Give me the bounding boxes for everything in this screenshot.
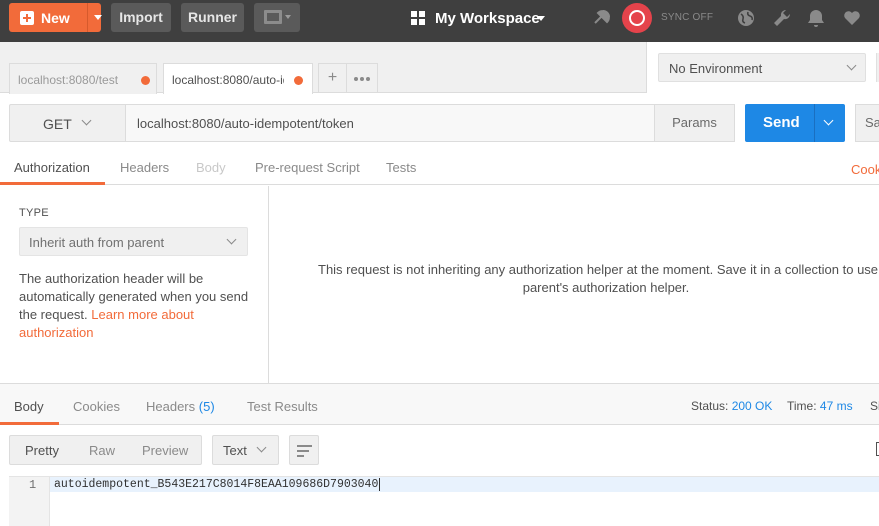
method-select[interactable]: GET bbox=[9, 104, 126, 142]
status-label: Status: bbox=[691, 399, 729, 413]
heart-icon[interactable] bbox=[842, 8, 862, 28]
time-label: Time: bbox=[787, 399, 817, 413]
auth-detail-panel: This request is not inheriting any autho… bbox=[270, 186, 879, 383]
response-tab-test-results[interactable]: Test Results bbox=[247, 399, 318, 414]
environment-panel: No Environment bbox=[646, 42, 879, 93]
sync-ring-icon[interactable] bbox=[622, 3, 652, 33]
tab-authorization[interactable]: Authorization bbox=[14, 160, 90, 175]
tab-tests[interactable]: Tests bbox=[386, 160, 416, 175]
caret-down-icon bbox=[285, 15, 291, 19]
new-window-button[interactable] bbox=[254, 3, 300, 32]
send-button[interactable]: Send bbox=[745, 104, 845, 142]
request-tab-label: localhost:8080/auto-idempotent/token bbox=[172, 73, 284, 87]
top-header: New Import Runner My Workspace SYNC OFF bbox=[0, 0, 879, 42]
response-format-value: Text bbox=[223, 443, 247, 458]
auth-message-line: parent's authorization helper. bbox=[522, 280, 690, 295]
chevron-down-icon bbox=[846, 60, 857, 71]
new-button-label: New bbox=[41, 10, 70, 26]
request-tab[interactable]: localhost:8080/test bbox=[9, 63, 157, 94]
chevron-down-icon bbox=[81, 115, 92, 126]
auth-type-heading: TYPE bbox=[19, 207, 49, 219]
line-number: 1 bbox=[29, 478, 37, 492]
new-button[interactable]: New bbox=[9, 3, 102, 32]
response-body-text: autoidempotent_B543E217C8014F8EAA109686D… bbox=[54, 478, 379, 491]
response-tab-headers[interactable]: Headers (5) bbox=[146, 399, 215, 414]
plus-square-icon bbox=[20, 11, 34, 25]
auth-message-line: This request is not inheriting any autho… bbox=[318, 262, 879, 277]
environment-select[interactable]: No Environment bbox=[658, 53, 866, 82]
view-preview-button[interactable]: Preview bbox=[142, 443, 188, 458]
response-toolbar: Pretty Raw Preview Text bbox=[0, 425, 879, 476]
add-tab-button[interactable]: + bbox=[318, 63, 347, 93]
tab-headers[interactable]: Headers bbox=[120, 160, 169, 175]
method-value: GET bbox=[43, 116, 72, 132]
request-section-tabs: Authorization Headers Body Pre-request S… bbox=[0, 153, 879, 185]
tab-body[interactable]: Body bbox=[196, 160, 226, 175]
response-tab-cookies[interactable]: Cookies bbox=[73, 399, 120, 414]
wrap-lines-button[interactable] bbox=[289, 435, 319, 465]
send-button-divider bbox=[814, 104, 815, 142]
response-tab-body[interactable]: Body bbox=[14, 399, 44, 414]
request-tab-active[interactable]: localhost:8080/auto-idempotent/token bbox=[163, 63, 313, 94]
ellipsis-icon bbox=[353, 69, 371, 84]
send-button-label: Send bbox=[763, 114, 800, 131]
caret-down-icon[interactable] bbox=[94, 15, 102, 20]
request-url-row: GET Params Send Save bbox=[0, 93, 879, 153]
plus-icon: + bbox=[327, 69, 338, 86]
satellite-icon[interactable] bbox=[592, 8, 612, 28]
runner-button[interactable]: Runner bbox=[181, 3, 244, 32]
status-value: 200 OK bbox=[731, 399, 773, 413]
window-layout-icon bbox=[264, 10, 282, 24]
response-time: Time: 47 ms bbox=[787, 399, 853, 413]
import-button[interactable]: Import bbox=[111, 3, 171, 32]
more-tabs-button[interactable] bbox=[346, 63, 378, 93]
text-cursor bbox=[379, 478, 380, 491]
request-tab-label: localhost:8080/test bbox=[18, 73, 119, 87]
unsaved-dot-icon bbox=[141, 76, 150, 85]
workspace-label: My Workspace bbox=[435, 10, 540, 27]
headers-count-badge: (5) bbox=[198, 399, 215, 414]
unsaved-dot-icon bbox=[294, 76, 303, 85]
chevron-down-icon bbox=[256, 442, 267, 453]
response-tabs: Body Cookies Headers (5) Test Results St… bbox=[0, 383, 879, 425]
environment-selected: No Environment bbox=[669, 61, 763, 76]
response-body-editor[interactable]: 1 autoidempotent_B543E217C8014F8EAA10968… bbox=[9, 476, 879, 526]
grid-icon bbox=[411, 11, 425, 25]
globe-icon[interactable] bbox=[736, 8, 756, 28]
caret-down-icon bbox=[537, 16, 545, 21]
response-view-toggle: Pretty Raw Preview bbox=[9, 435, 202, 465]
tab-pre-request-script[interactable]: Pre-request Script bbox=[255, 160, 360, 175]
response-tab-headers-label: Headers bbox=[146, 399, 196, 414]
params-button[interactable]: Params bbox=[654, 104, 735, 142]
save-button[interactable]: Save bbox=[855, 104, 879, 142]
auth-type-select[interactable]: Inherit auth from parent bbox=[19, 227, 248, 256]
line-gutter: 1 bbox=[9, 477, 50, 526]
url-input[interactable] bbox=[125, 104, 655, 142]
response-status: Status: 200 OK bbox=[691, 399, 772, 413]
auth-description: The authorization header will be automat… bbox=[19, 270, 254, 342]
active-tab-indicator bbox=[0, 182, 105, 185]
sync-status: SYNC OFF bbox=[661, 12, 714, 23]
new-button-divider bbox=[87, 3, 88, 32]
auth-inherit-message: This request is not inheriting any autho… bbox=[318, 261, 879, 297]
code-line-active: autoidempotent_B543E217C8014F8EAA109686D… bbox=[50, 477, 879, 492]
view-raw-button[interactable]: Raw bbox=[89, 443, 115, 458]
auth-type-panel: TYPE Inherit auth from parent The author… bbox=[0, 186, 269, 383]
chevron-down-icon bbox=[226, 234, 237, 245]
response-format-select[interactable]: Text bbox=[212, 435, 279, 465]
cookies-link[interactable]: Cookies bbox=[851, 162, 879, 177]
bell-icon[interactable] bbox=[806, 8, 826, 28]
view-pretty-button[interactable]: Pretty bbox=[25, 443, 59, 458]
wrench-icon[interactable] bbox=[772, 8, 792, 28]
response-size: Size: bbox=[870, 399, 879, 413]
auth-type-value: Inherit auth from parent bbox=[29, 235, 165, 250]
chevron-down-icon[interactable] bbox=[823, 115, 834, 126]
time-value: 47 ms bbox=[819, 399, 853, 413]
